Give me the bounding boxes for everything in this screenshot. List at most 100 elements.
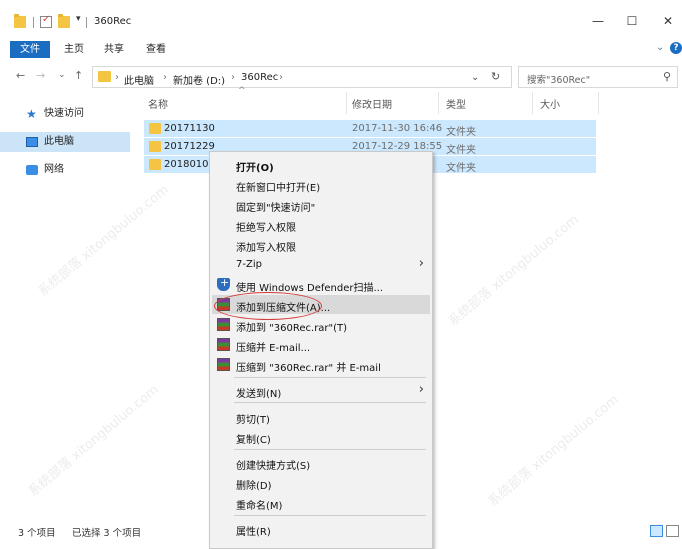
- breadcrumb-360rec[interactable]: 360Rec: [241, 72, 278, 83]
- menu-item-add-write[interactable]: 添加写入权限: [210, 235, 432, 254]
- winrar-icon: [217, 358, 230, 371]
- menu-item-open-new-window[interactable]: 在新窗口中打开(E): [210, 175, 432, 194]
- column-header-type[interactable]: 类型: [446, 96, 466, 111]
- menu-label: 打开(O): [236, 163, 274, 174]
- large-icons-view-button[interactable]: [666, 525, 679, 537]
- ribbon: 文件 主页 共享 查看 ⌄ ?: [0, 38, 682, 60]
- back-arrow-icon[interactable]: ←: [16, 69, 25, 82]
- column-header-size[interactable]: 大小: [540, 96, 560, 111]
- menu-item-7zip[interactable]: 7-Zip ›: [210, 255, 432, 274]
- menu-label: 重命名(M): [236, 501, 283, 512]
- details-view-button[interactable]: [650, 525, 663, 537]
- recent-locations-icon[interactable]: ⌄: [58, 70, 66, 80]
- breadcrumb-separator: ›: [163, 72, 167, 83]
- column-divider[interactable]: [346, 92, 347, 114]
- menu-separator: [234, 377, 426, 378]
- breadcrumb-separator: ›: [115, 72, 119, 83]
- file-date: 2017-11-30 16:46: [352, 123, 443, 134]
- breadcrumb-separator: ›: [279, 72, 283, 83]
- nav-item-this-pc[interactable]: 此电脑: [0, 132, 130, 152]
- menu-label: 压缩并 E-mail...: [236, 343, 311, 354]
- new-folder-icon[interactable]: [58, 14, 70, 28]
- menu-label: 创建快捷方式(S): [236, 461, 311, 472]
- file-name: 20171130: [164, 123, 215, 134]
- file-name: 20171229: [164, 141, 215, 152]
- folder-icon: [98, 71, 111, 82]
- breadcrumb-this-pc[interactable]: 此电脑: [124, 72, 154, 87]
- folder-icon: [149, 159, 161, 170]
- winrar-icon: [217, 338, 230, 351]
- menu-item-cut[interactable]: 剪切(T): [210, 407, 432, 426]
- address-dropdown-icon[interactable]: ⌄: [471, 72, 479, 83]
- nav-item-quick-access[interactable]: ★ 快速访问: [0, 104, 130, 124]
- expand-ribbon-icon[interactable]: ⌄: [656, 42, 664, 53]
- watermark: 系统部落 xitongbuluo.com: [485, 392, 622, 510]
- menu-item-deny-write[interactable]: 拒绝写入权限: [210, 215, 432, 234]
- menu-label: 删除(D): [236, 481, 272, 492]
- nav-label: 此电脑: [44, 136, 74, 147]
- tab-file[interactable]: 文件: [10, 41, 50, 58]
- menu-item-delete[interactable]: 删除(D): [210, 473, 432, 492]
- menu-separator: [234, 515, 426, 516]
- column-header-date[interactable]: 修改日期: [352, 96, 392, 111]
- menu-label: 发送到(N): [236, 389, 282, 400]
- nav-label: 快速访问: [44, 108, 84, 119]
- search-placeholder: 搜索"360Rec": [527, 75, 591, 86]
- file-row[interactable]: 20171130 2017-11-30 16:46 文件夹: [144, 120, 596, 138]
- menu-item-properties[interactable]: 属性(R): [210, 519, 432, 538]
- status-selected-count: 已选择 3 个项目: [72, 528, 142, 539]
- toolbar-separator: [33, 17, 34, 28]
- file-type: 文件夹: [446, 163, 476, 174]
- column-divider[interactable]: [598, 92, 599, 114]
- close-button[interactable]: ✕: [660, 14, 676, 28]
- menu-label: 复制(C): [236, 435, 271, 446]
- toolbar-separator: [86, 17, 87, 28]
- menu-item-rename[interactable]: 重命名(M): [210, 493, 432, 512]
- column-header-name[interactable]: 名称: [148, 96, 168, 111]
- menu-item-open[interactable]: 打开(O): [210, 155, 432, 174]
- menu-item-create-shortcut[interactable]: 创建快捷方式(S): [210, 453, 432, 472]
- folder-icon: [14, 14, 26, 28]
- menu-label: 属性(R): [236, 527, 271, 538]
- refresh-icon[interactable]: ↻: [491, 70, 500, 83]
- menu-item-compress-email[interactable]: 压缩并 E-mail...: [210, 335, 432, 354]
- menu-item-pin-quick-access[interactable]: 固定到"快速访问": [210, 195, 432, 214]
- star-icon: ★: [26, 107, 37, 121]
- up-arrow-icon[interactable]: ↑: [74, 69, 83, 82]
- winrar-icon: [217, 318, 230, 331]
- tab-home[interactable]: 主页: [64, 41, 84, 58]
- search-icon[interactable]: ⚲: [663, 70, 671, 83]
- menu-label: 7-Zip: [236, 259, 262, 270]
- menu-item-compress-rar-email[interactable]: 压缩到 "360Rec.rar" 并 E-mail: [210, 355, 432, 374]
- maximize-button[interactable]: ☐: [624, 14, 640, 28]
- menu-label: 添加写入权限: [236, 243, 296, 254]
- help-icon[interactable]: ?: [670, 42, 682, 54]
- search-input[interactable]: 搜索"360Rec" ⚲: [518, 66, 678, 88]
- watermark: 系统部落 xitongbuluo.com: [445, 212, 582, 330]
- nav-item-network[interactable]: 网络: [0, 160, 130, 180]
- menu-label: 添加到 "360Rec.rar"(T): [236, 323, 348, 334]
- menu-label: 剪切(T): [236, 415, 270, 426]
- network-icon: [26, 165, 38, 175]
- breadcrumb-drive[interactable]: 新加卷 (D:): [173, 72, 225, 87]
- address-box[interactable]: › 此电脑 › 新加卷 (D:) › 360Rec › ⌄ ↻: [92, 66, 512, 88]
- tab-view[interactable]: 查看: [146, 41, 166, 58]
- menu-item-copy[interactable]: 复制(C): [210, 427, 432, 446]
- column-divider[interactable]: [532, 92, 533, 114]
- menu-label: 拒绝写入权限: [236, 223, 296, 234]
- forward-arrow-icon[interactable]: →: [36, 69, 45, 82]
- tab-share[interactable]: 共享: [104, 41, 124, 58]
- computer-icon: [26, 137, 38, 147]
- menu-separator: [234, 402, 426, 403]
- menu-label: 固定到"快速访问": [236, 203, 316, 214]
- nav-label: 网络: [44, 164, 64, 175]
- quick-access-dropdown[interactable]: ▾: [76, 14, 81, 24]
- minimize-button[interactable]: —: [590, 14, 606, 28]
- menu-item-send-to[interactable]: 发送到(N) ›: [210, 381, 432, 400]
- menu-item-defender-scan[interactable]: 使用 Windows Defender扫描...: [210, 275, 432, 294]
- submenu-arrow-icon: ›: [418, 256, 424, 271]
- column-divider[interactable]: [438, 92, 439, 114]
- properties-icon[interactable]: [40, 14, 52, 28]
- breadcrumb-separator: ›: [231, 72, 235, 83]
- window-title: 360Rec: [94, 16, 132, 27]
